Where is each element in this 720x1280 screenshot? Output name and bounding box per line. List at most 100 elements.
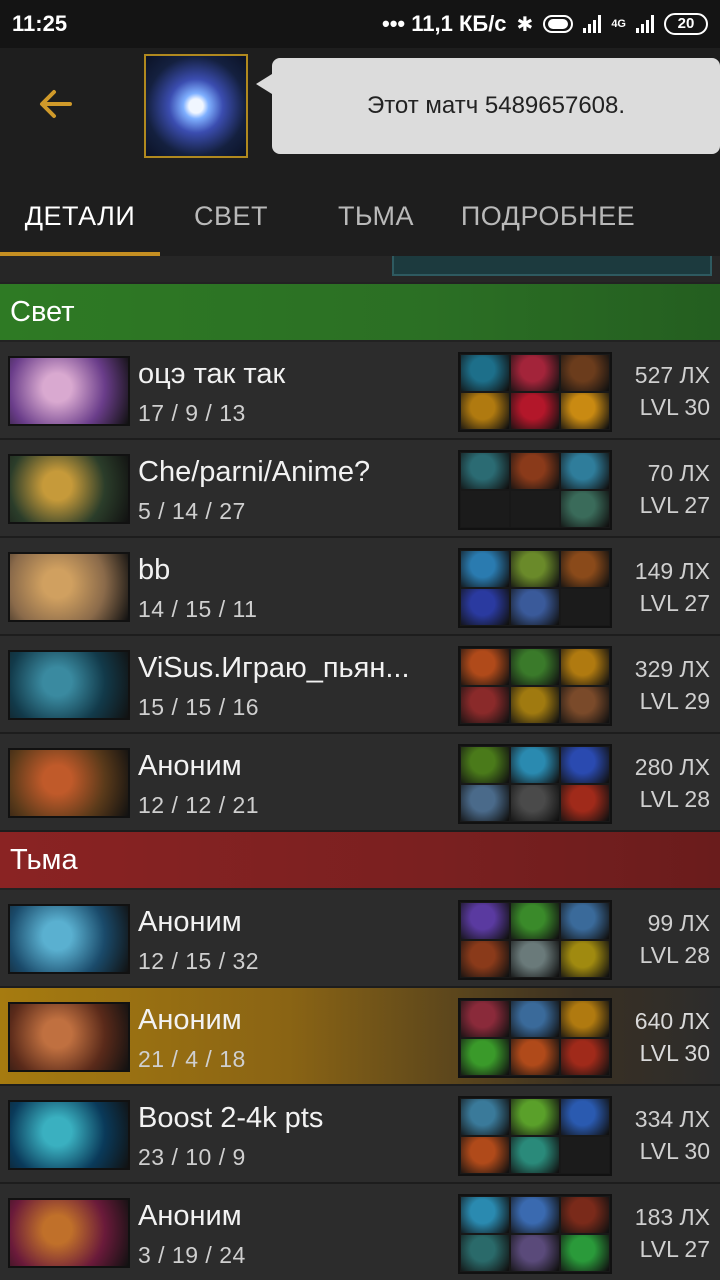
item-icon xyxy=(461,1235,509,1271)
match-toast: Этот матч 5489657608. xyxy=(256,58,720,154)
item-icon xyxy=(511,1235,559,1271)
tab-more[interactable]: ПОДРОБНЕЕ xyxy=(450,176,646,256)
item-icon xyxy=(561,453,609,489)
hero-portrait xyxy=(8,748,130,818)
hero-portrait xyxy=(8,1198,130,1268)
player-name: Boost 2-4k pts xyxy=(138,1102,324,1134)
player-level: LVL 27 xyxy=(639,1236,710,1262)
item-icon xyxy=(561,491,609,527)
item-grid xyxy=(458,548,612,628)
item-icon xyxy=(511,491,559,527)
player-kda: 17 / 9 / 13 xyxy=(138,400,246,426)
app-bar: Этот матч 5489657608. ДЕТАЛИ СВЕТ ТЬМА П… xyxy=(0,48,720,256)
item-icon xyxy=(511,1197,559,1233)
item-icon xyxy=(461,1137,509,1173)
player-row[interactable]: Boost 2-4k pts 23 / 10 / 9 334 ЛХ LVL 30 xyxy=(0,1086,720,1184)
item-grid xyxy=(458,1194,612,1274)
player-name: Che/parni/Anime? xyxy=(138,456,371,488)
item-icon xyxy=(561,941,609,977)
item-grid xyxy=(458,352,612,432)
item-icon xyxy=(561,1099,609,1135)
player-row[interactable]: ViSus.Играю_пьян... 15 / 15 / 16 329 ЛХ … xyxy=(0,636,720,734)
player-row[interactable]: Аноним 3 / 19 / 24 183 ЛХ LVL 27 xyxy=(0,1184,720,1280)
player-level: LVL 30 xyxy=(639,1138,710,1164)
item-icon xyxy=(511,687,559,723)
item-icon xyxy=(511,1001,559,1037)
player-kda: 14 / 15 / 11 xyxy=(138,596,258,622)
item-icon xyxy=(461,903,509,939)
dire-title: Тьма xyxy=(10,843,78,876)
player-kda: 12 / 12 / 21 xyxy=(138,792,260,818)
player-kda: 5 / 14 / 27 xyxy=(138,498,246,524)
item-icon xyxy=(511,1039,559,1075)
tab-radiant[interactable]: СВЕТ xyxy=(160,176,302,256)
player-kda: 12 / 15 / 32 xyxy=(138,948,260,974)
player-level: LVL 30 xyxy=(639,394,710,420)
player-kda: 15 / 15 / 16 xyxy=(138,694,260,720)
item-icon xyxy=(511,589,559,625)
player-row[interactable]: оцэ так так 17 / 9 / 13 527 ЛХ LVL 30 xyxy=(0,342,720,440)
player-name: Аноним xyxy=(138,1200,242,1232)
radiant-title: Свет xyxy=(10,295,75,328)
item-icon xyxy=(561,1039,609,1075)
player-name: оцэ так так xyxy=(138,358,286,390)
item-icon xyxy=(561,1197,609,1233)
player-lasthits: 99 ЛХ xyxy=(647,910,710,936)
item-icon xyxy=(511,941,559,977)
player-lasthits: 527 ЛХ xyxy=(634,362,710,388)
item-icon xyxy=(511,393,559,429)
item-icon xyxy=(511,551,559,587)
battery-icon: 20 xyxy=(664,13,708,35)
player-row[interactable]: Аноним 12 / 15 / 32 99 ЛХ LVL 28 xyxy=(0,890,720,988)
match-orb-icon xyxy=(144,54,248,158)
item-icon xyxy=(511,649,559,685)
tab-details[interactable]: ДЕТАЛИ xyxy=(0,176,160,256)
item-icon xyxy=(461,355,509,391)
player-lasthits: 183 ЛХ xyxy=(634,1204,710,1230)
item-icon xyxy=(461,687,509,723)
player-row[interactable]: Che/parni/Anime? 5 / 14 / 27 70 ЛХ LVL 2… xyxy=(0,440,720,538)
player-kda: 21 / 4 / 18 xyxy=(138,1046,246,1072)
hero-portrait xyxy=(8,650,130,720)
match-message: Этот матч 5489657608. xyxy=(366,92,626,119)
player-name: bb xyxy=(138,554,171,586)
hero-portrait xyxy=(8,904,130,974)
item-icon xyxy=(561,1137,609,1173)
item-icon xyxy=(461,1197,509,1233)
item-icon xyxy=(461,941,509,977)
player-row[interactable]: Аноним 12 / 12 / 21 280 ЛХ LVL 28 xyxy=(0,734,720,832)
item-icon xyxy=(461,649,509,685)
arrow-left-icon[interactable] xyxy=(34,82,78,126)
scroll-remnant xyxy=(0,256,720,282)
item-icon xyxy=(511,355,559,391)
item-icon xyxy=(561,747,609,783)
item-grid xyxy=(458,450,612,530)
player-name: Аноним xyxy=(138,1004,242,1036)
item-icon xyxy=(561,355,609,391)
player-lasthits: 329 ЛХ xyxy=(634,656,710,682)
hero-portrait xyxy=(8,1002,130,1072)
item-grid xyxy=(458,998,612,1078)
player-lasthits: 640 ЛХ xyxy=(634,1008,710,1034)
item-icon xyxy=(561,649,609,685)
item-icon xyxy=(561,393,609,429)
item-icon xyxy=(561,589,609,625)
item-icon xyxy=(461,785,509,821)
item-icon xyxy=(461,747,509,783)
network-speed: ••• 11,1 КБ/с xyxy=(382,11,507,36)
player-level: LVL 28 xyxy=(639,942,710,968)
item-icon xyxy=(561,903,609,939)
wifi-signal-icon xyxy=(583,15,602,33)
player-row[interactable]: bb 14 / 15 / 11 149 ЛХ LVL 27 xyxy=(0,538,720,636)
item-grid xyxy=(458,1096,612,1176)
item-icon xyxy=(561,1001,609,1037)
player-level: LVL 28 xyxy=(639,786,710,812)
bluetooth-icon: ✱ xyxy=(516,13,534,36)
player-row-highlighted[interactable]: Аноним 21 / 4 / 18 640 ЛХ LVL 30 xyxy=(0,988,720,1086)
item-icon xyxy=(511,1137,559,1173)
tab-dire[interactable]: ТЬМА xyxy=(302,176,450,256)
item-icon xyxy=(461,393,509,429)
player-name: Аноним xyxy=(138,750,242,782)
item-icon xyxy=(461,453,509,489)
hero-portrait xyxy=(8,1100,130,1170)
